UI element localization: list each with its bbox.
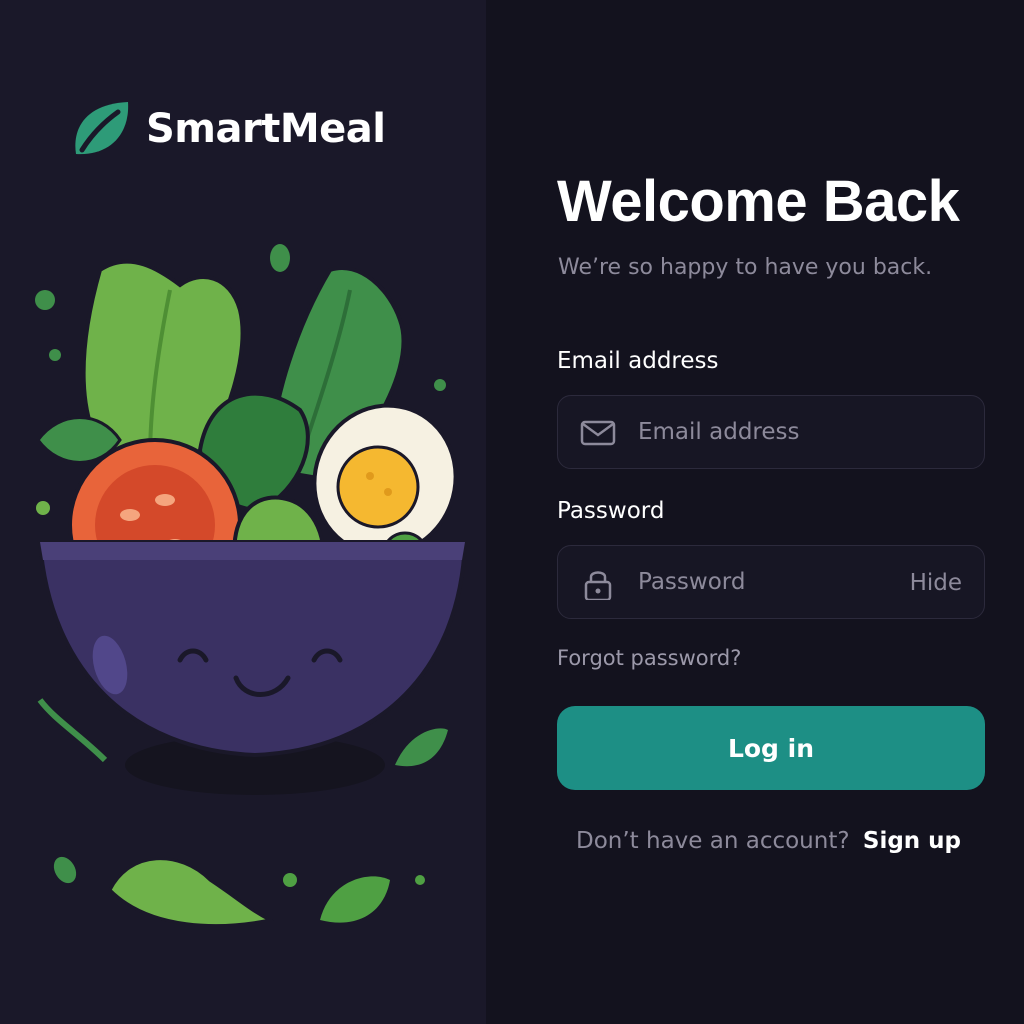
floating-leaf bbox=[395, 728, 448, 767]
envelope-icon bbox=[580, 420, 616, 446]
leaf-logo-icon bbox=[75, 102, 129, 155]
signup-prompt: Don’t have an account? bbox=[576, 828, 850, 854]
email-label: Email address bbox=[557, 348, 719, 374]
salad-bowl-illustration bbox=[35, 244, 468, 928]
hide-password-toggle[interactable]: Hide bbox=[910, 570, 962, 596]
forgot-password-link[interactable]: Forgot password? bbox=[557, 646, 741, 670]
email-input[interactable] bbox=[638, 396, 898, 468]
email-field[interactable] bbox=[557, 395, 985, 469]
brand: SmartMeal bbox=[70, 98, 386, 160]
login-button[interactable]: Log in bbox=[557, 706, 985, 790]
brand-name: SmartMeal bbox=[146, 106, 386, 152]
floating-leaf bbox=[320, 876, 390, 923]
page-subtitle: We’re so happy to have you back. bbox=[558, 255, 933, 280]
floating-leaf bbox=[37, 698, 108, 763]
password-input[interactable] bbox=[638, 546, 898, 618]
signup-link[interactable]: Sign up bbox=[863, 828, 961, 854]
floating-leaf bbox=[108, 857, 275, 928]
signup-row: Don’t have an account? Sign up bbox=[576, 828, 961, 854]
page-title: Welcome Back bbox=[557, 169, 960, 234]
illustration-panel: SmartMeal bbox=[0, 0, 486, 1024]
password-field[interactable]: Hide bbox=[557, 545, 985, 619]
password-label: Password bbox=[557, 498, 665, 524]
lock-icon bbox=[584, 571, 612, 600]
